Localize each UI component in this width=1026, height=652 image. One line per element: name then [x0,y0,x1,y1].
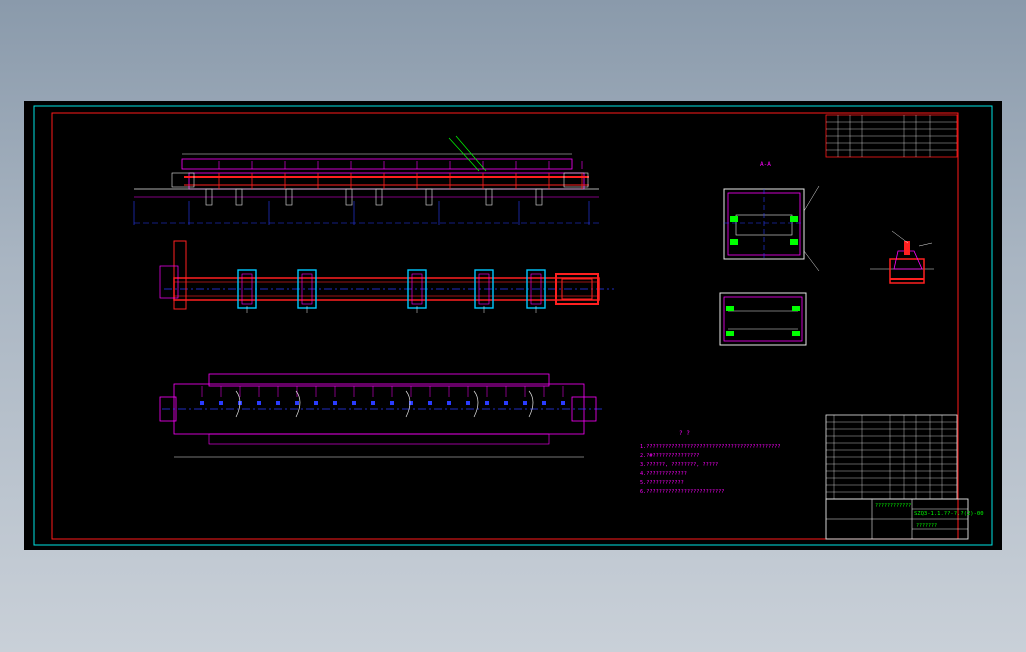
drawing-subtitle: ??????? [916,523,937,529]
note-3: 3.??????, ????????, ????? [640,462,718,468]
foundation-plan-view [159,373,604,458]
cad-drawing-viewport[interactable]: A-A ? ? 1.??????????????????????????????… [24,101,1002,550]
detail-view [870,230,934,284]
bill-of-materials [825,414,958,500]
note-2: 2.?#??????????????? [640,453,699,459]
note-5: 5.???????????? [640,480,684,486]
cad-drawing: A-A ? ? 1.??????????????????????????????… [33,105,993,546]
technical-notes: ? ? 1.??????????????????????????????????… [640,430,781,495]
drawing-title: ???????????? [875,503,911,509]
side-elevation-view [133,135,599,225]
section-a-a: A-A [719,161,820,346]
frame-outer [33,105,993,546]
plan-view [159,240,614,313]
revision-table [825,114,958,158]
note-6: 6.????????????????????????? [640,489,724,495]
section-label: A-A [760,161,771,168]
note-1: 1.??????????????????????????????????????… [640,444,781,450]
drawing-number: SZQ3-1.1.??-?.?(2)-00 [914,511,984,517]
title-block: ???????????? SZQ3-1.1.??-?.?(2)-00 ?????… [825,498,984,540]
notes-heading: ? ? [679,430,690,437]
note-4: 4.????????????? [640,471,687,477]
